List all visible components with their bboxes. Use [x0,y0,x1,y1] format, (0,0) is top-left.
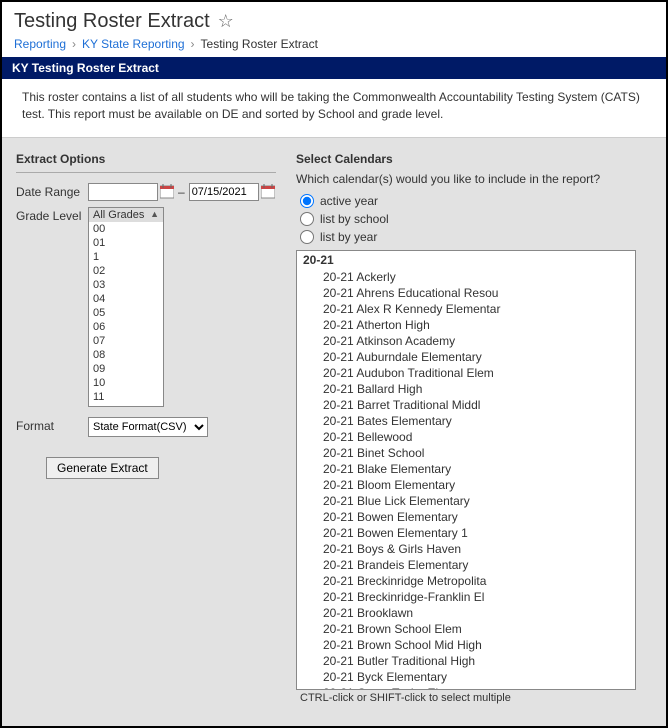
grade-option[interactable]: 02 [89,264,163,278]
calendar-item[interactable]: 20-21 Breckinridge-Franklin El [297,589,635,605]
radio-list-by-year[interactable] [300,230,314,244]
calendar-icon[interactable] [261,184,275,199]
calendar-item[interactable]: 20-21 Atherton High [297,317,635,333]
extract-heading: Extract Options [16,152,276,166]
grade-option[interactable]: All Grades▲ [89,208,163,222]
calendar-item[interactable]: 20-21 Bowen Elementary 1 [297,525,635,541]
date-start-input[interactable] [88,183,158,201]
calendar-item[interactable]: 20-21 Bellewood [297,429,635,445]
calendar-item[interactable]: 20-21 Alex R Kennedy Elementar [297,301,635,317]
calendar-item[interactable]: 20-21 Ackerly [297,269,635,285]
calendar-item[interactable]: 20-21 Byck Elementary [297,669,635,685]
favorite-star-icon[interactable]: ☆ [218,11,234,32]
header: Testing Roster Extract ☆ Reporting › KY … [2,2,666,57]
divider [16,172,276,173]
calendar-icon[interactable] [160,184,174,199]
breadcrumb-reporting[interactable]: Reporting [14,37,66,51]
calendar-item[interactable]: 20-21 Ahrens Educational Resou [297,285,635,301]
format-label: Format [16,417,88,433]
calendar-item[interactable]: 20-21 Atkinson Academy [297,333,635,349]
grade-option[interactable]: 10 [89,376,163,390]
calendar-item[interactable]: 20-21 Blue Lick Elementary [297,493,635,509]
calendar-item[interactable]: 20-21 Auburndale Elementary [297,349,635,365]
chevron-right-icon: › [72,37,76,51]
grade-option[interactable]: 04 [89,292,163,306]
calendars-heading: Select Calendars [296,152,652,166]
info-text: This roster contains a list of all stude… [2,79,666,138]
grade-option[interactable]: 05 [89,306,163,320]
generate-extract-button[interactable]: Generate Extract [46,457,159,479]
grade-level-label: Grade Level [16,207,88,223]
calendar-item[interactable]: 20-21 Brooklawn [297,605,635,621]
grade-option[interactable]: 00 [89,222,163,236]
sort-arrow-icon: ▲ [150,209,159,219]
grade-option[interactable]: 08 [89,348,163,362]
calendar-item[interactable]: 20-21 Butler Traditional High [297,653,635,669]
grade-level-select[interactable]: All Grades▲000110203040506070809101112 [88,207,164,407]
radio-list-by-school[interactable] [300,212,314,226]
date-range-label: Date Range [16,183,88,199]
breadcrumb-current: Testing Roster Extract [201,37,318,51]
radio-active-year-label[interactable]: active year [320,194,378,208]
grade-option[interactable]: 07 [89,334,163,348]
grade-option[interactable]: 06 [89,320,163,334]
calendar-item[interactable]: 20-21 Brown School Elem [297,621,635,637]
calendar-item[interactable]: 20-21 Bowen Elementary [297,509,635,525]
date-end-input[interactable] [189,183,259,201]
calendar-item[interactable]: 20-21 Brown School Mid High [297,637,635,653]
breadcrumb-ky-state[interactable]: KY State Reporting [82,37,185,51]
section-bar: KY Testing Roster Extract [2,57,666,79]
multiselect-hint: CTRL-click or SHIFT-click to select mult… [296,690,652,706]
radio-active-year[interactable] [300,194,314,208]
calendar-item[interactable]: 20-21 Brandeis Elementary [297,557,635,573]
form-area: Extract Options Date Range – Grade [2,138,666,726]
calendar-year-header[interactable]: 20-21 [297,251,635,269]
grade-option[interactable]: 12 [89,404,163,407]
grade-option[interactable]: 01 [89,236,163,250]
select-calendars-panel: Select Calendars Which calendar(s) would… [296,152,652,706]
app-window: Testing Roster Extract ☆ Reporting › KY … [0,0,668,728]
extract-options-panel: Extract Options Date Range – Grade [16,152,276,706]
calendar-item[interactable]: 20-21 Blake Elementary [297,461,635,477]
grade-option[interactable]: 09 [89,362,163,376]
format-select[interactable]: State Format(CSV) [88,417,208,437]
calendar-item[interactable]: 20-21 Audubon Traditional Elem [297,365,635,381]
radio-list-by-year-label[interactable]: list by year [320,230,377,244]
calendar-listbox[interactable]: 20-2120-21 Ackerly20-21 Ahrens Education… [296,250,636,690]
breadcrumb: Reporting › KY State Reporting › Testing… [14,37,654,51]
grade-option[interactable]: 11 [89,390,163,404]
calendar-item[interactable]: 20-21 Boys & Girls Haven [297,541,635,557]
calendar-item[interactable]: 20-21 Binet School [297,445,635,461]
calendar-item[interactable]: 20-21 Bates Elementary [297,413,635,429]
calendar-item[interactable]: 20-21 Ballard High [297,381,635,397]
calendar-item[interactable]: 20-21 Bloom Elementary [297,477,635,493]
radio-list-by-school-label[interactable]: list by school [320,212,389,226]
calendar-item[interactable]: 20-21 Barret Traditional Middl [297,397,635,413]
dash: – [178,185,185,199]
calendars-subtext: Which calendar(s) would you like to incl… [296,172,652,186]
page-title: Testing Roster Extract [14,10,210,33]
calendar-item[interactable]: 20-21 Breckinridge Metropolita [297,573,635,589]
grade-option[interactable]: 03 [89,278,163,292]
chevron-right-icon: › [191,37,195,51]
grade-option[interactable]: 1 [89,250,163,264]
